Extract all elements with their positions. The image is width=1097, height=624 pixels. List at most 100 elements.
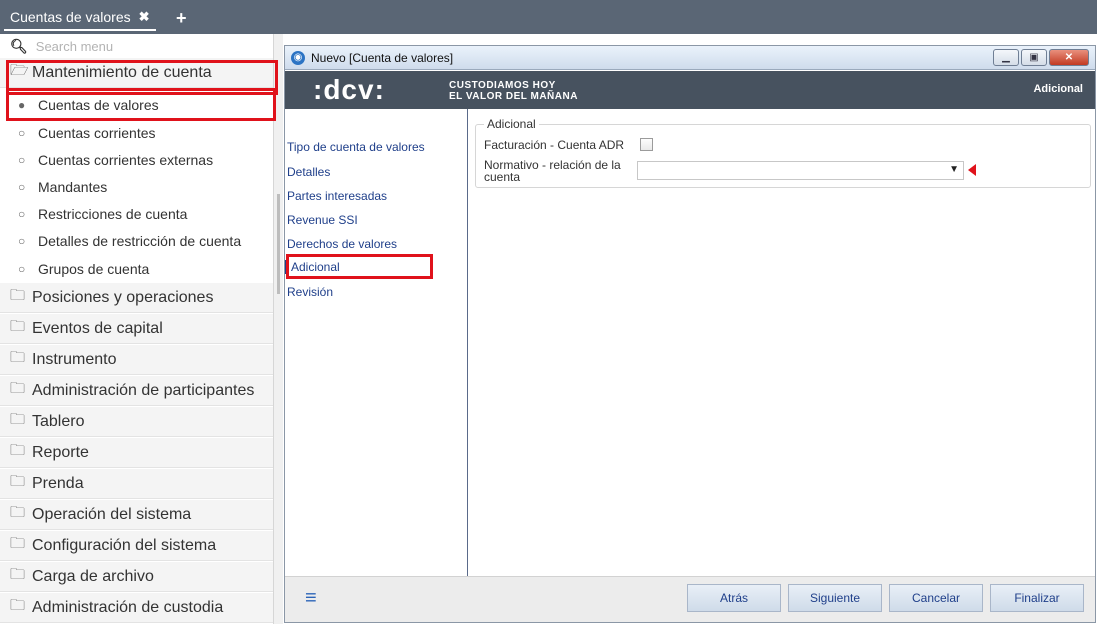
bullet-icon: ○ (18, 179, 26, 194)
sidebar-category-posiciones[interactable]: 🗀︎ Posiciones y operaciones (0, 283, 273, 313)
step-detalles[interactable]: Detalles (285, 165, 330, 179)
wizard-footer: ≡ Atrás Siguiente Cancelar Finalizar (285, 576, 1095, 622)
sidebar-category-participantes[interactable]: 🗀︎ Administración de participantes (0, 376, 273, 406)
sidebar-item-cuentas-de-valores[interactable]: ● Cuentas de valores (0, 91, 273, 118)
sidebar-item-label: Cuentas corrientes externas (38, 151, 214, 168)
folder-icon: 🗀︎ (10, 566, 26, 583)
search-input[interactable] (35, 38, 256, 54)
tagline-line1: CUSTODIAMOS HOY (449, 80, 556, 91)
folder-icon: 🗀︎ (10, 349, 26, 366)
minimize-button[interactable]: ▁ (993, 49, 1019, 66)
category-label: Administración de participantes (32, 381, 255, 399)
next-button[interactable]: Siguiente (788, 584, 882, 612)
close-icon[interactable]: ✖ (139, 4, 150, 30)
window-controls: ▁ ▣ ✕ (993, 49, 1089, 66)
bullet-filled-icon: ● (18, 97, 26, 112)
finish-button[interactable]: Finalizar (990, 584, 1084, 612)
folder-icon: 🗀︎ (10, 504, 26, 521)
step-tipo-de-cuenta[interactable]: Tipo de cuenta de valores (285, 140, 425, 154)
sidebar-item-mandantes[interactable]: ○ Mandantes (0, 173, 273, 200)
category-label: Tablero (32, 412, 85, 430)
sidebar-item-detalles-restriccion[interactable]: ○ Detalles de restricción de cuenta (0, 227, 273, 254)
folder-icon: 🗀︎ (10, 380, 26, 397)
folder-icon: 🗀︎ (10, 535, 26, 552)
tab-label: Cuentas de valores (10, 9, 131, 25)
add-tab-icon[interactable]: + (176, 5, 187, 31)
app-icon: ◉ (291, 50, 305, 65)
sidebar-category-operacion[interactable]: 🗀︎ Operación del sistema (0, 500, 273, 530)
resize-grip (277, 194, 280, 294)
sidebar-resize-handle[interactable] (273, 34, 283, 624)
bullet-icon: ○ (18, 233, 26, 248)
step-derechos-de-valores[interactable]: Derechos de valores (285, 237, 397, 251)
dcv-logo: :dcv: (313, 74, 385, 105)
category-label: Instrumento (32, 350, 117, 368)
tagline-line2: EL VALOR DEL MAÑANA (449, 91, 578, 102)
category-label: Posiciones y operaciones (32, 288, 214, 306)
fieldset-legend: Adicional (484, 117, 539, 131)
form-area: Adicional Facturación - Cuenta ADR Norma… (469, 109, 1095, 576)
sidebar-item-label: Cuentas de valores (38, 96, 159, 113)
category-label: Reporte (32, 443, 89, 461)
sidebar-item-grupos-de-cuenta[interactable]: ○ Grupos de cuenta (0, 255, 273, 282)
tab-cuentas-de-valores[interactable]: Cuentas de valores ✖ (4, 5, 156, 31)
sidebar-category-carga[interactable]: 🗀︎ Carga de archivo (0, 562, 273, 592)
sidebar-menu: 🔍︎ 🗁︎ Mantenimiento de cuenta ● Cuentas … (0, 34, 276, 624)
bullet-icon: ○ (18, 152, 26, 167)
required-marker-icon (968, 164, 976, 176)
category-label: Administración de custodia (32, 598, 224, 616)
bullet-icon: ○ (18, 206, 26, 221)
category-label: Operación del sistema (32, 505, 192, 523)
folder-icon: 🗀︎ (10, 597, 26, 614)
category-label: Prenda (32, 474, 84, 492)
maximize-button[interactable]: ▣ (1021, 49, 1047, 66)
category-label: Eventos de capital (32, 319, 163, 337)
step-revenue-ssi[interactable]: Revenue SSI (285, 213, 358, 227)
normativo-label-line2: cuenta (484, 170, 521, 184)
sidebar-item-label: Cuentas corrientes (38, 124, 156, 141)
category-label: Mantenimiento de cuenta (32, 63, 212, 81)
category-label: Configuración del sistema (32, 536, 217, 554)
close-button[interactable]: ✕ (1049, 49, 1089, 66)
sidebar-category-reporte[interactable]: 🗀︎ Reporte (0, 438, 273, 468)
cancel-button[interactable]: Cancelar (889, 584, 983, 612)
step-partes-interesadas[interactable]: Partes interesadas (285, 189, 387, 203)
tagline: CUSTODIAMOS HOY EL VALOR DEL MAÑANA (449, 80, 578, 102)
sidebar-item-label: Restricciones de cuenta (38, 205, 188, 222)
step-revision[interactable]: Revisión (285, 285, 333, 299)
sidebar-category-custodia[interactable]: 🗀︎ Administración de custodia (0, 593, 273, 623)
sidebar-category-prenda[interactable]: 🗀︎ Prenda (0, 469, 273, 499)
normativo-select[interactable]: ▼ (637, 161, 964, 180)
menu-icon[interactable]: ≡ (305, 587, 317, 610)
facturacion-label: Facturación - Cuenta ADR (484, 138, 625, 152)
sidebar-item-label: Mandantes (38, 178, 108, 195)
back-button[interactable]: Atrás (687, 584, 781, 612)
sidebar-category-mantenimiento[interactable]: 🗁︎ Mantenimiento de cuenta (0, 58, 273, 88)
window-title: Nuevo [Cuenta de valores] (311, 50, 454, 65)
sidebar-item-restricciones[interactable]: ○ Restricciones de cuenta (0, 200, 273, 227)
section-title: Adicional (1033, 83, 1083, 95)
tab-bar: Cuentas de valores ✖ + (0, 0, 1097, 34)
sidebar-category-eventos[interactable]: 🗀︎ Eventos de capital (0, 314, 273, 344)
facturacion-checkbox[interactable] (640, 138, 653, 151)
sidebar-category-configuracion[interactable]: 🗀︎ Configuración del sistema (0, 531, 273, 561)
category-label: Carga de archivo (32, 567, 154, 585)
folder-icon: 🗀︎ (10, 442, 26, 459)
window-titlebar[interactable]: ◉ Nuevo [Cuenta de valores] ▁ ▣ ✕ (285, 46, 1095, 70)
sidebar-category-instrumento[interactable]: 🗀︎ Instrumento (0, 345, 273, 375)
folder-icon: 🗀︎ (10, 287, 26, 304)
folder-open-icon: 🗁︎ (10, 62, 29, 79)
bullet-icon: ○ (18, 261, 26, 276)
folder-icon: 🗀︎ (10, 473, 26, 490)
search-bar: 🔍︎ (0, 34, 276, 58)
sidebar-item-cuentas-corrientes-externas[interactable]: ○ Cuentas corrientes externas (0, 146, 273, 173)
bullet-icon: ○ (18, 125, 26, 140)
step-adicional[interactable]: Adicional (285, 260, 340, 274)
sidebar-item-cuentas-corrientes[interactable]: ○ Cuentas corrientes (0, 119, 273, 146)
folder-icon: 🗀︎ (10, 411, 26, 428)
wizard-steps: Tipo de cuenta de valores Detalles Parte… (285, 109, 468, 576)
adicional-fieldset: Adicional Facturación - Cuenta ADR Norma… (475, 117, 1091, 188)
sidebar-item-label: Grupos de cuenta (38, 260, 150, 277)
sidebar-item-label: Detalles de restricción de cuenta (38, 232, 242, 249)
sidebar-category-tablero[interactable]: 🗀︎ Tablero (0, 407, 273, 437)
